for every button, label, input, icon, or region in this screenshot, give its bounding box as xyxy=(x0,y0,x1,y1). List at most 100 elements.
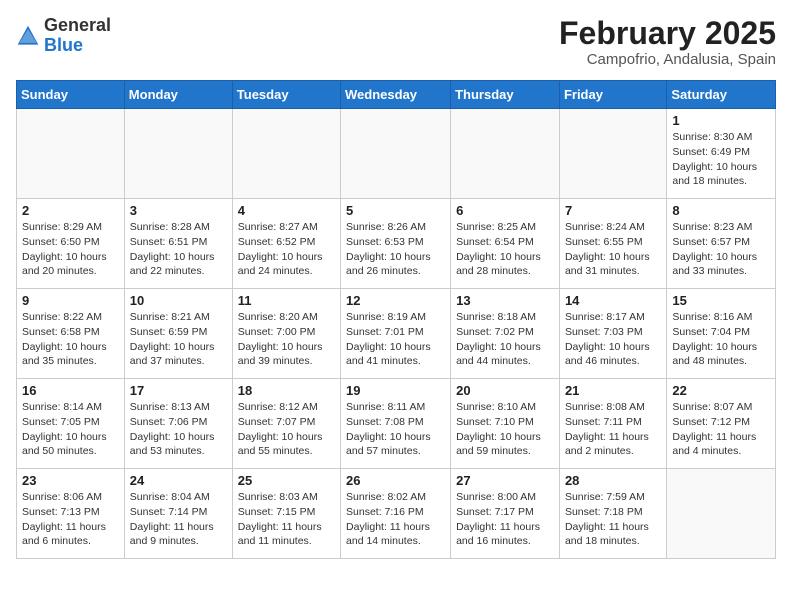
calendar-cell: 24 Sunrise: 8:04 AM Sunset: 7:14 PM Dayli… xyxy=(124,469,232,559)
day-info: Sunrise: 8:13 AM Sunset: 7:06 PM Dayligh… xyxy=(130,400,227,459)
week-row-3: 9Sunrise: 8:22 AM Sunset: 6:58 PM Daylig… xyxy=(17,289,776,379)
calendar-header: SundayMondayTuesdayWednesdayThursdayFrid… xyxy=(17,81,776,109)
day-number: 24 xyxy=(130,473,227,488)
calendar-cell: 3Sunrise: 8:28 AM Sunset: 6:51 PM Daylig… xyxy=(124,199,232,289)
column-header-saturday: Saturday xyxy=(667,81,776,109)
day-info: Sunrise: 8:25 AM Sunset: 6:54 PM Dayligh… xyxy=(456,220,554,279)
day-number: 9 xyxy=(22,293,119,308)
day-number: 6 xyxy=(456,203,554,218)
day-info: Sunrise: 8:28 AM Sunset: 6:51 PM Dayligh… xyxy=(130,220,227,279)
day-number: 5 xyxy=(346,203,445,218)
day-info: Sunrise: 8:03 AM Sunset: 7:15 PM Dayligh… xyxy=(238,490,335,549)
day-number: 25 xyxy=(238,473,335,488)
column-header-monday: Monday xyxy=(124,81,232,109)
day-number: 16 xyxy=(22,383,119,398)
day-number: 7 xyxy=(565,203,661,218)
calendar-cell: 22Sunrise: 8:07 AM Sunset: 7:12 PM Dayli… xyxy=(667,379,776,469)
column-header-wednesday: Wednesday xyxy=(341,81,451,109)
week-row-2: 2 Sunrise: 8:29 AM Sunset: 6:50 PM Daylig… xyxy=(17,199,776,289)
header-row: SundayMondayTuesdayWednesdayThursdayFrid… xyxy=(17,81,776,109)
day-number: 17 xyxy=(130,383,227,398)
calendar-cell: 21 Sunrise: 8:08 AM Sunset: 7:11 PM Dayli… xyxy=(559,379,666,469)
day-info: Sunrise: 8:24 AM Sunset: 6:55 PM Dayligh… xyxy=(565,220,661,279)
logo-icon xyxy=(16,24,40,48)
day-number: 12 xyxy=(346,293,445,308)
calendar-cell: 19 Sunrise: 8:11 AM Sunset: 7:08 PM Dayli… xyxy=(341,379,451,469)
day-number: 10 xyxy=(130,293,227,308)
column-header-sunday: Sunday xyxy=(17,81,125,109)
calendar-cell: 17 Sunrise: 8:13 AM Sunset: 7:06 PM Dayli… xyxy=(124,379,232,469)
week-row-1: 1 Sunrise: 8:30 AM Sunset: 6:49 PM Daylig… xyxy=(17,109,776,199)
calendar-cell xyxy=(667,469,776,559)
day-info: Sunrise: 8:11 AM Sunset: 7:08 PM Dayligh… xyxy=(346,400,445,459)
calendar-cell xyxy=(232,109,340,199)
calendar-cell: 15Sunrise: 8:16 AM Sunset: 7:04 PM Dayli… xyxy=(667,289,776,379)
calendar-cell: 26Sunrise: 8:02 AM Sunset: 7:16 PM Dayli… xyxy=(341,469,451,559)
day-info: Sunrise: 8:19 AM Sunset: 7:01 PM Dayligh… xyxy=(346,310,445,369)
calendar-cell: 16 Sunrise: 8:14 AM Sunset: 7:05 PM Dayli… xyxy=(17,379,125,469)
logo-general: General xyxy=(44,15,111,35)
day-number: 1 xyxy=(672,113,770,128)
day-number: 19 xyxy=(346,383,445,398)
calendar-cell: 23Sunrise: 8:06 AM Sunset: 7:13 PM Dayli… xyxy=(17,469,125,559)
day-number: 28 xyxy=(565,473,661,488)
title-area: February 2025 Campofrio, Andalusia, Spai… xyxy=(559,16,776,68)
day-number: 21 xyxy=(565,383,661,398)
calendar-cell: 27Sunrise: 8:00 AM Sunset: 7:17 PM Dayli… xyxy=(451,469,560,559)
header: General Blue February 2025 Campofrio, An… xyxy=(16,16,776,68)
calendar-cell: 10 Sunrise: 8:21 AM Sunset: 6:59 PM Dayli… xyxy=(124,289,232,379)
day-info: Sunrise: 8:23 AM Sunset: 6:57 PM Dayligh… xyxy=(672,220,770,279)
calendar-cell: 14 Sunrise: 8:17 AM Sunset: 7:03 PM Dayli… xyxy=(559,289,666,379)
column-header-friday: Friday xyxy=(559,81,666,109)
calendar-cell: 5 Sunrise: 8:26 AM Sunset: 6:53 PM Daylig… xyxy=(341,199,451,289)
calendar-cell: 1 Sunrise: 8:30 AM Sunset: 6:49 PM Daylig… xyxy=(667,109,776,199)
day-number: 26 xyxy=(346,473,445,488)
week-row-5: 23Sunrise: 8:06 AM Sunset: 7:13 PM Dayli… xyxy=(17,469,776,559)
calendar-cell: 18 Sunrise: 8:12 AM Sunset: 7:07 PM Dayli… xyxy=(232,379,340,469)
day-info: Sunrise: 8:10 AM Sunset: 7:10 PM Dayligh… xyxy=(456,400,554,459)
week-row-4: 16 Sunrise: 8:14 AM Sunset: 7:05 PM Dayli… xyxy=(17,379,776,469)
day-info: Sunrise: 8:12 AM Sunset: 7:07 PM Dayligh… xyxy=(238,400,335,459)
day-info: Sunrise: 8:14 AM Sunset: 7:05 PM Dayligh… xyxy=(22,400,119,459)
day-info: Sunrise: 8:16 AM Sunset: 7:04 PM Dayligh… xyxy=(672,310,770,369)
calendar-cell: 13 Sunrise: 8:18 AM Sunset: 7:02 PM Dayli… xyxy=(451,289,560,379)
day-info: Sunrise: 8:27 AM Sunset: 6:52 PM Dayligh… xyxy=(238,220,335,279)
day-info: Sunrise: 8:21 AM Sunset: 6:59 PM Dayligh… xyxy=(130,310,227,369)
calendar-subtitle: Campofrio, Andalusia, Spain xyxy=(559,51,776,68)
day-number: 14 xyxy=(565,293,661,308)
day-info: Sunrise: 8:17 AM Sunset: 7:03 PM Dayligh… xyxy=(565,310,661,369)
calendar-cell: 6 Sunrise: 8:25 AM Sunset: 6:54 PM Daylig… xyxy=(451,199,560,289)
calendar-cell xyxy=(559,109,666,199)
day-info: Sunrise: 8:04 AM Sunset: 7:14 PM Dayligh… xyxy=(130,490,227,549)
day-info: Sunrise: 8:26 AM Sunset: 6:53 PM Dayligh… xyxy=(346,220,445,279)
calendar-title: February 2025 xyxy=(559,16,776,51)
calendar-body: 1 Sunrise: 8:30 AM Sunset: 6:49 PM Daylig… xyxy=(17,109,776,559)
column-header-thursday: Thursday xyxy=(451,81,560,109)
day-info: Sunrise: 8:29 AM Sunset: 6:50 PM Dayligh… xyxy=(22,220,119,279)
calendar-cell: 28 Sunrise: 7:59 AM Sunset: 7:18 PM Dayli… xyxy=(559,469,666,559)
calendar-cell: 2 Sunrise: 8:29 AM Sunset: 6:50 PM Daylig… xyxy=(17,199,125,289)
calendar-cell: 12 Sunrise: 8:19 AM Sunset: 7:01 PM Dayli… xyxy=(341,289,451,379)
day-number: 4 xyxy=(238,203,335,218)
calendar-cell xyxy=(341,109,451,199)
day-info: Sunrise: 7:59 AM Sunset: 7:18 PM Dayligh… xyxy=(565,490,661,549)
day-number: 23 xyxy=(22,473,119,488)
calendar-cell xyxy=(124,109,232,199)
day-info: Sunrise: 8:30 AM Sunset: 6:49 PM Dayligh… xyxy=(672,130,770,189)
day-info: Sunrise: 8:08 AM Sunset: 7:11 PM Dayligh… xyxy=(565,400,661,459)
logo-blue: Blue xyxy=(44,35,83,55)
day-number: 11 xyxy=(238,293,335,308)
day-number: 22 xyxy=(672,383,770,398)
calendar-cell: 4 Sunrise: 8:27 AM Sunset: 6:52 PM Daylig… xyxy=(232,199,340,289)
column-header-tuesday: Tuesday xyxy=(232,81,340,109)
day-number: 8 xyxy=(672,203,770,218)
day-number: 20 xyxy=(456,383,554,398)
day-number: 18 xyxy=(238,383,335,398)
calendar-cell: 11Sunrise: 8:20 AM Sunset: 7:00 PM Dayli… xyxy=(232,289,340,379)
day-number: 13 xyxy=(456,293,554,308)
calendar-cell: 8 Sunrise: 8:23 AM Sunset: 6:57 PM Daylig… xyxy=(667,199,776,289)
day-number: 2 xyxy=(22,203,119,218)
logo-text: General Blue xyxy=(44,16,111,56)
day-info: Sunrise: 8:18 AM Sunset: 7:02 PM Dayligh… xyxy=(456,310,554,369)
calendar-cell: 25 Sunrise: 8:03 AM Sunset: 7:15 PM Dayli… xyxy=(232,469,340,559)
